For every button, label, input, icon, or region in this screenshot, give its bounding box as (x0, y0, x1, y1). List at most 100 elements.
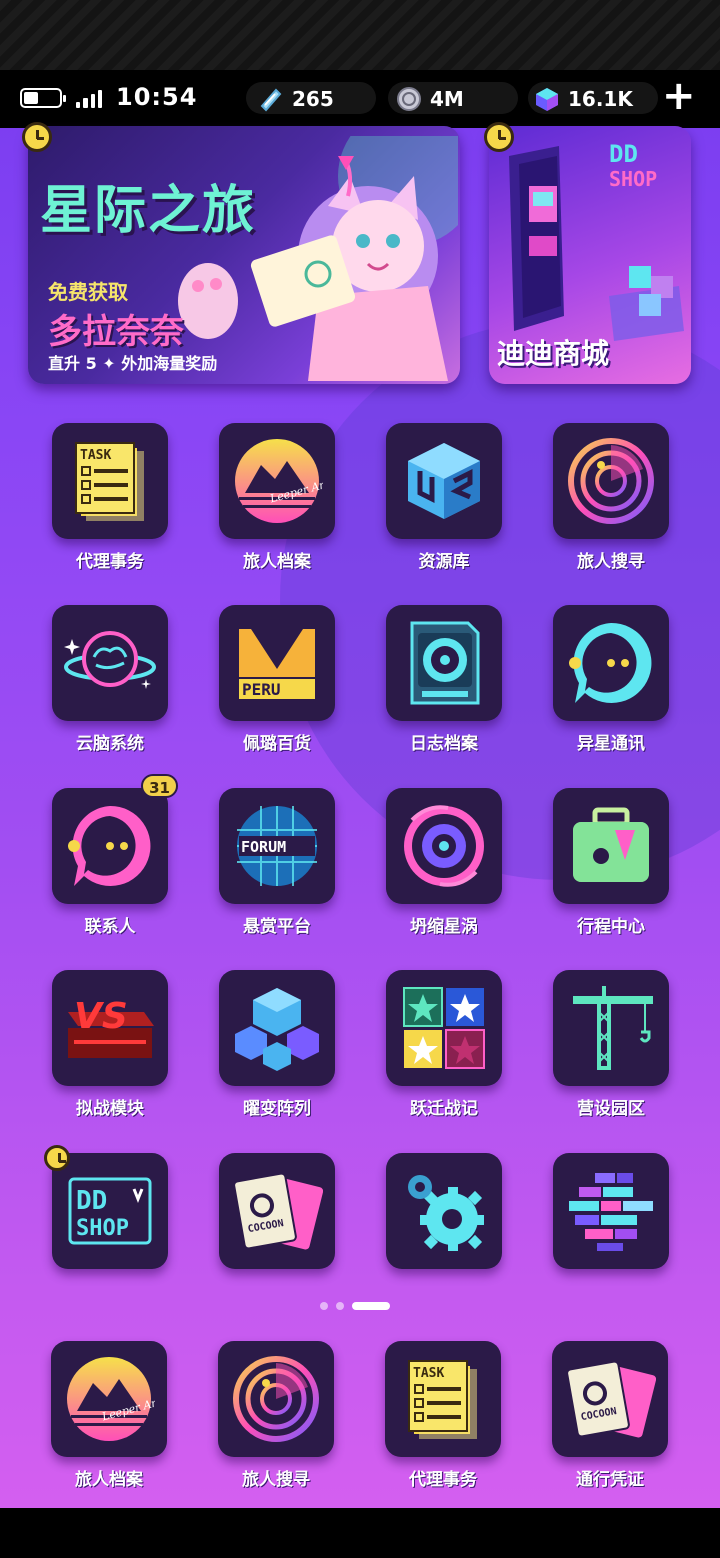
app-tile[interactable] (52, 605, 168, 721)
app-label: 悬赏平台 (243, 917, 311, 937)
app-resource-cube[interactable]: 资源库 (379, 423, 509, 572)
app-tile[interactable] (553, 423, 669, 539)
app-label: 坍缩星涡 (410, 917, 478, 937)
task-list-icon: TASK (75, 442, 144, 521)
app-radar[interactable]: 旅人搜寻 (546, 423, 676, 572)
page-indicator[interactable] (320, 1302, 390, 1310)
app-forum-globe[interactable]: FORUM 悬赏平台 (212, 788, 342, 937)
app-tile[interactable]: COCOON (552, 1341, 668, 1457)
app-tile[interactable]: PERU (219, 605, 335, 721)
dd-shop-icon: DD SHOP (68, 1177, 152, 1245)
crystal-shard-icon (260, 88, 282, 112)
app-tile[interactable]: Leeper Archives (51, 1341, 167, 1457)
forum-globe-icon: FORUM (237, 806, 317, 886)
app-tile[interactable] (553, 788, 669, 904)
app-settings-gears[interactable] (379, 1153, 509, 1277)
app-tile[interactable]: COCOON (219, 1153, 335, 1269)
app-leeper-archives[interactable]: Leeper Archives 旅人档案 (44, 1341, 174, 1490)
app-peru-store[interactable]: PERU 佩璐百货 (212, 605, 342, 754)
app-label: 拟战模块 (76, 1099, 144, 1119)
app-tile[interactable] (553, 1153, 669, 1269)
app-task-list[interactable]: TASK 代理事务 (378, 1341, 508, 1490)
battery-icon (20, 88, 66, 108)
app-vortex-eye[interactable]: 坍缩星涡 (379, 788, 509, 937)
app-label: 营设园区 (577, 1099, 645, 1119)
suitcase-icon (573, 807, 649, 882)
leeper-archives-icon: Leeper Archives (67, 1357, 155, 1441)
app-star-cards[interactable]: 跃迁战记 (379, 970, 509, 1119)
log-disk-icon (410, 621, 480, 705)
settings-gears-icon (408, 1175, 484, 1251)
app-cube-array[interactable]: 曜变阵列 (212, 970, 342, 1119)
app-brain-planet[interactable]: 云脑系统 (45, 605, 175, 754)
resource-crystal[interactable]: 265 (258, 82, 334, 116)
svg-text:SHOP: SHOP (609, 167, 657, 190)
home-screen: 10:54 265 4M 16.1K + 星际之旅 免费获取 多拉奈奈 直升 5… (0, 70, 720, 1508)
resource-cube[interactable]: 16.1K (534, 82, 633, 116)
app-tile[interactable] (553, 970, 669, 1086)
page-dot[interactable] (336, 1302, 344, 1310)
app-tile[interactable]: 31 (52, 774, 178, 904)
app-label: 联系人 (84, 917, 136, 937)
vs-module-icon: VS (68, 996, 154, 1058)
app-tile[interactable] (386, 1153, 502, 1269)
app-pixel-bricks[interactable] (546, 1153, 676, 1277)
app-tile[interactable] (553, 605, 669, 721)
cube-gem-icon (536, 88, 558, 111)
signal-icon (76, 90, 102, 108)
app-label: 旅人档案 (75, 1470, 143, 1490)
app-label: 云脑系统 (76, 734, 144, 754)
cocoon-pass-icon: COCOON (233, 1172, 323, 1250)
app-suitcase[interactable]: 行程中心 (546, 788, 676, 937)
crane-icon (573, 986, 653, 1070)
app-tile[interactable] (386, 605, 502, 721)
app-tile[interactable]: TASK (385, 1341, 501, 1457)
add-currency-button[interactable]: + (662, 76, 696, 116)
svg-text:TASK: TASK (80, 448, 111, 463)
app-contacts-pacman[interactable]: 31 联系人 (45, 774, 178, 937)
app-label: 曜变阵列 (243, 1099, 311, 1119)
resource-coin[interactable]: 4M (396, 82, 464, 116)
page-dot[interactable] (320, 1302, 328, 1310)
app-tile[interactable]: FORUM (219, 788, 335, 904)
app-cocoon-pass[interactable]: COCOON 通行凭证 (545, 1341, 675, 1490)
status-bar: 10:54 265 4M 16.1K + (0, 70, 720, 128)
banner-subtitle: 直升 5 ✦ 外加海量奖励 (48, 354, 218, 373)
timer-icon (22, 122, 52, 152)
coin-icon (397, 87, 421, 111)
app-tile[interactable] (218, 1341, 334, 1457)
app-cocoon-pass[interactable]: COCOON (212, 1153, 342, 1277)
app-label: 代理事务 (76, 552, 144, 572)
app-tile[interactable]: Leeper Archives (219, 423, 335, 539)
svg-text:DD: DD (76, 1186, 107, 1216)
contacts-pacman-icon (68, 805, 151, 886)
app-task-list[interactable]: TASK 代理事务 (45, 423, 175, 572)
app-tile[interactable] (219, 970, 335, 1086)
app-tile[interactable]: TASK (52, 423, 168, 539)
app-tile[interactable] (386, 788, 502, 904)
app-radar[interactable]: 旅人搜寻 (211, 1341, 341, 1490)
app-tile[interactable]: DD SHOP (44, 1145, 168, 1269)
app-tile[interactable]: VS (52, 970, 168, 1086)
app-tile[interactable] (386, 970, 502, 1086)
app-label: 旅人搜寻 (242, 1470, 310, 1490)
chat-pacman-icon (569, 622, 652, 703)
svg-text:PERU: PERU (242, 680, 281, 699)
app-crane[interactable]: 营设园区 (546, 970, 676, 1119)
event-banner-interstellar[interactable]: 星际之旅 免费获取 多拉奈奈 直升 5 ✦ 外加海量奖励 (28, 126, 460, 384)
app-vs-module[interactable]: VS 拟战模块 (45, 970, 175, 1119)
star-cards-icon (403, 987, 485, 1069)
app-label: 日志档案 (410, 734, 478, 754)
app-label: 旅人档案 (243, 552, 311, 572)
app-tile[interactable] (386, 423, 502, 539)
app-label: 代理事务 (409, 1470, 477, 1490)
app-log-disk[interactable]: 日志档案 (379, 605, 509, 754)
shop-banner-title: 迪迪商城 (497, 337, 610, 370)
app-chat-pacman[interactable]: 异星通讯 (546, 605, 676, 754)
shop-banner[interactable]: DD SHOP 迪迪商城 (489, 126, 691, 384)
app-dd-shop[interactable]: DD SHOP (44, 1145, 175, 1277)
app-leeper-archives[interactable]: Leeper Archives 旅人档案 (212, 423, 342, 572)
page-dot-active[interactable] (352, 1302, 390, 1310)
top-bezel (0, 0, 720, 70)
svg-text:VS: VS (74, 996, 128, 1037)
